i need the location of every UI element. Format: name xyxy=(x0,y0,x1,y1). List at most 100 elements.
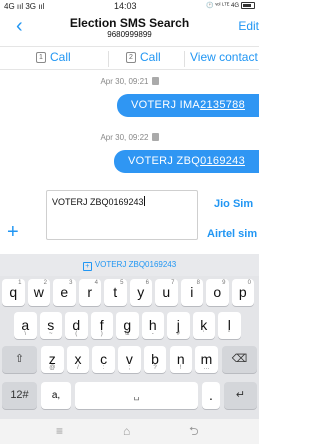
key-x[interactable]: x / xyxy=(66,346,90,373)
key-w[interactable]: w2 xyxy=(27,279,50,306)
comma-key[interactable]: a, xyxy=(41,382,71,409)
sim2-icon: 2 xyxy=(126,51,136,63)
sim1-icon: 1 xyxy=(36,51,46,63)
system-nav-bar: ≡ ⌂ ⮌ xyxy=(0,419,259,444)
key-v[interactable]: v; xyxy=(118,346,141,373)
key-secondary: ' xyxy=(203,331,205,337)
key-letter: w xyxy=(33,284,44,300)
clipboard-suggestion[interactable]: + VOTERJ ZBQ0169243 xyxy=(0,254,259,276)
key-secondary: ; xyxy=(128,365,131,371)
call-sim1-button[interactable]: 1 Call xyxy=(36,50,71,64)
key-secondary: & xyxy=(125,331,130,337)
battery-icon xyxy=(241,2,255,9)
key-c[interactable]: c: xyxy=(92,346,115,373)
key-e[interactable]: e3 xyxy=(53,279,76,306)
key-t[interactable]: t5 xyxy=(104,279,127,306)
key-b[interactable]: b? xyxy=(143,346,167,373)
key-z[interactable]: z @ xyxy=(41,346,64,373)
view-contact-button[interactable]: View contact xyxy=(190,50,258,64)
key-r[interactable]: r4 xyxy=(78,279,101,306)
key-secondary: ~ xyxy=(48,331,53,337)
key-secondary: 0 xyxy=(247,280,251,286)
send-jio-sim-button[interactable]: Jio Sim xyxy=(214,198,259,210)
key-secondary: 9 xyxy=(222,280,226,286)
key-f[interactable]: f) xyxy=(90,312,113,339)
numbers-symbols-label: 12# xyxy=(10,389,29,401)
send-airtel-sim-button[interactable]: Airtel sim xyxy=(207,228,259,240)
shift-key[interactable]: ⇧ xyxy=(2,346,37,373)
key-y[interactable]: y6 xyxy=(129,279,152,306)
menu-icon[interactable]: ≡ xyxy=(56,425,63,437)
key-n[interactable]: n! xyxy=(169,346,192,373)
space-icon: ␣ xyxy=(133,390,140,401)
period-key[interactable]: . xyxy=(202,382,220,409)
numbers-symbols-key[interactable]: 12# xyxy=(2,382,37,409)
key-i[interactable]: i8 xyxy=(180,279,203,306)
shift-icon: ⇧ xyxy=(14,353,25,365)
key-secondary: 5 xyxy=(120,280,124,286)
space-key[interactable]: ␣ xyxy=(75,382,198,409)
enter-key[interactable]: ↵ xyxy=(224,382,257,409)
backspace-key[interactable]: ⌫ xyxy=(222,346,257,373)
key-l[interactable]: l " xyxy=(218,312,241,339)
key-m[interactable]: m… xyxy=(195,346,218,373)
key-u[interactable]: u7 xyxy=(155,279,178,306)
key-j[interactable]: j # xyxy=(167,312,190,339)
keyboard: ⇧ ⌫ 12# a, ␣ . ↵ q 1 w 2 e 3 r 4 t 5 y 6 u 7 i 8 o 9 p 0 a \ s… xyxy=(0,276,259,419)
key-a[interactable]: a \ xyxy=(14,312,37,339)
key-secondary: 4 xyxy=(94,280,98,286)
timestamp-text: Apr 30, 09:22 xyxy=(100,133,149,142)
key-secondary: 6 xyxy=(145,280,149,286)
call-sim1-label: Call xyxy=(50,50,71,64)
key-secondary: … xyxy=(203,365,210,371)
key-letter: o xyxy=(213,284,222,300)
sim-file-icon xyxy=(151,77,159,85)
key-letter: u xyxy=(162,284,171,300)
sim-file-icon xyxy=(151,133,159,141)
key-q[interactable]: q1 xyxy=(2,279,25,306)
key-letter: t xyxy=(113,284,118,300)
call-sim2-label: Call xyxy=(140,50,161,64)
message-number-link[interactable]: 2135788 xyxy=(200,99,245,111)
key-p[interactable]: p0 xyxy=(231,279,254,306)
call-sim2-button[interactable]: 2 Call xyxy=(126,50,161,64)
key-h[interactable]: h- xyxy=(141,312,164,339)
key-o[interactable]: o9 xyxy=(206,279,229,306)
key-secondary: ? xyxy=(153,365,157,371)
message-bubble[interactable]: VOTERJ IMA2135788 xyxy=(117,94,259,117)
key-g[interactable]: g & xyxy=(116,312,139,339)
key-secondary: \ xyxy=(24,331,27,337)
message-input[interactable]: VOTERJ ZBQ0169243 xyxy=(46,190,198,240)
key-secondary: 2 xyxy=(43,280,47,286)
back-icon[interactable]: ⮌ xyxy=(189,425,199,437)
enter-icon: ↵ xyxy=(235,389,246,401)
period-label: . xyxy=(209,387,213,403)
key-s[interactable]: s ~ xyxy=(39,312,62,339)
clock: 14:03 xyxy=(114,1,137,11)
key-letter: r xyxy=(87,284,93,300)
message-text: VOTERJ IMA xyxy=(131,99,201,111)
key-d[interactable]: d( xyxy=(65,312,88,339)
message-timestamp: Apr 30, 09:22 xyxy=(0,133,259,142)
key-secondary: 7 xyxy=(171,280,175,286)
comma-label: a, xyxy=(51,390,61,401)
key-secondary: : xyxy=(102,365,105,371)
message-number-link[interactable]: 0169243 xyxy=(200,155,245,167)
message-input-value: VOTERJ ZBQ0169243 xyxy=(52,197,144,207)
key-secondary: 1 xyxy=(18,280,22,286)
key-secondary: " xyxy=(228,331,231,337)
edit-button[interactable]: Edit xyxy=(238,19,259,33)
key-secondary: # xyxy=(176,331,180,337)
message-text: VOTERJ ZBQ xyxy=(128,155,201,167)
key-secondary: 3 xyxy=(69,280,73,286)
key-secondary: @ xyxy=(49,365,56,371)
key-k[interactable]: k ' xyxy=(192,312,215,339)
status-icons: 🕐 ᵛᵒˡ ᴸᵀᴱ 4G xyxy=(206,2,255,9)
message-timestamp: Apr 30, 09:21 xyxy=(0,77,259,86)
contact-actions: 1 Call 2 Call View contact xyxy=(0,46,259,70)
divider xyxy=(184,51,185,67)
status-bar: 4G ııl 3G ııl 14:03 🕐 ᵛᵒˡ ᴸᵀᴱ 4G xyxy=(0,0,259,14)
home-icon[interactable]: ⌂ xyxy=(123,425,130,437)
message-bubble[interactable]: VOTERJ ZBQ0169243 xyxy=(114,150,259,173)
attach-plus-icon[interactable]: + xyxy=(7,222,19,242)
